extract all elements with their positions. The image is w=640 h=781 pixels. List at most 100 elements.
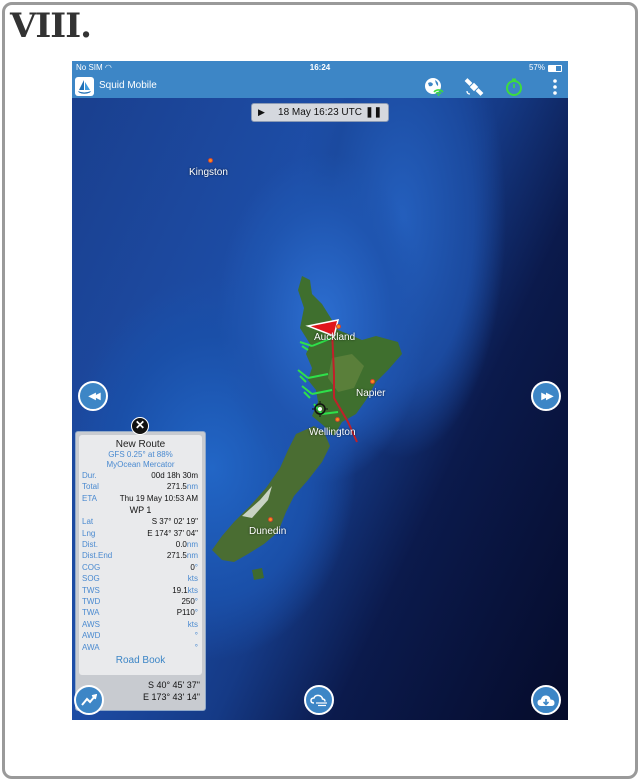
city-dot-dunedin: [268, 517, 273, 522]
city-label-auckland: Auckland: [314, 332, 356, 343]
info-value-wrap: 19.1kts: [172, 585, 198, 596]
info-value-wrap: E 174° 37' 04": [147, 528, 198, 539]
info-key: ETA: [82, 493, 97, 503]
info-unit: °: [194, 642, 198, 652]
info-unit: nm: [186, 551, 198, 561]
app-screen: No SIM ◠ 16:24 57% Squid Mobile Kingston…: [72, 61, 568, 720]
info-unit: °: [194, 631, 198, 641]
city-label-kingston: Kingston: [189, 167, 228, 178]
info-value: 271.5: [166, 551, 187, 561]
info-unit: nm: [186, 482, 198, 492]
info-value: 00d 18h 30m: [151, 471, 198, 480]
info-value-wrap: 271.5nm: [167, 481, 198, 492]
route-title: New Route: [115, 439, 166, 450]
info-key: TWD: [82, 597, 101, 607]
city-dot-wellington: [335, 417, 340, 422]
info-value-wrap: 0.0nm: [176, 539, 198, 550]
info-key: AWD: [82, 631, 101, 641]
info-value-wrap: Thu 19 May 10:53 AM: [120, 493, 198, 504]
info-row-eta: ETA Thu 19 May 10:53 AM: [79, 493, 202, 504]
info-unit: °: [194, 562, 198, 572]
south-island-landmass: [212, 426, 330, 562]
info-unit: nm: [186, 540, 198, 550]
city-label-wellington: Wellington: [309, 427, 356, 438]
info-key: Lng: [82, 528, 96, 538]
city-label-napier: Napier: [356, 388, 386, 399]
globe-wifi-icon[interactable]: [424, 77, 444, 97]
info-value: 250: [181, 597, 195, 607]
fast-forward-button[interactable]: ▶▶: [531, 381, 561, 411]
info-key: Dur.: [82, 471, 97, 480]
download-button[interactable]: [531, 685, 561, 715]
info-unit: kts: [187, 574, 198, 584]
info-row-sog: SOG kts: [79, 573, 202, 584]
info-row-dur: Dur. 00d 18h 30m: [79, 470, 202, 481]
info-row-twd: TWD 250°: [79, 596, 202, 607]
route-info-content: New Route GFS 0.25° at 88% MyOcean Merca…: [79, 435, 202, 675]
weather-model: GFS 0.25° at 88%: [108, 450, 173, 459]
cloud-download-icon: [537, 694, 555, 706]
chart-trend-icon: [81, 694, 97, 706]
info-row-aws: AWS kts: [79, 619, 202, 630]
info-row-tws: TWS 19.1kts: [79, 585, 202, 596]
info-key: TWA: [82, 608, 100, 618]
info-row-cog: COG 0°: [79, 562, 202, 573]
info-row-lat: Lat S 37° 02' 19": [79, 516, 202, 527]
info-key: Lat: [82, 517, 94, 527]
info-unit: °: [194, 608, 198, 618]
cloud-weather-icon: [310, 694, 327, 706]
info-value-wrap: S 37° 02' 19": [152, 516, 198, 527]
app-title: Squid Mobile: [99, 80, 157, 91]
info-key: COG: [82, 562, 101, 572]
info-value: 271.5: [166, 482, 187, 492]
city-dot-kingston: [208, 158, 213, 163]
info-value-wrap: 271.5nm: [167, 550, 198, 561]
battery-percent: 57%: [528, 63, 545, 72]
pause-button[interactable]: ❚❚: [365, 104, 382, 121]
info-row-awa: AWA °: [79, 642, 202, 653]
rewind-button[interactable]: ◀◀: [78, 381, 108, 411]
info-row-twa: TWA P110°: [79, 607, 202, 618]
info-unit: kts: [187, 585, 198, 595]
cursor-lat: S 40° 45' 37": [147, 680, 200, 690]
info-value-wrap: 250°: [181, 596, 198, 607]
battery-fill: [549, 65, 556, 71]
info-key: TWS: [82, 585, 100, 595]
app-bar: Squid Mobile: [72, 75, 568, 98]
play-button[interactable]: ▶: [258, 104, 265, 121]
info-key: Total: [82, 482, 99, 492]
time-control-bar: ▶ 18 May 16:23 UTC ❚❚: [251, 103, 389, 122]
info-value-wrap: kts: [188, 619, 198, 630]
more-vertical-icon[interactable]: [545, 77, 565, 97]
info-value: E 174° 37' 04": [147, 528, 198, 538]
road-book-link[interactable]: Road Book: [79, 655, 202, 666]
close-panel-button[interactable]: ✕: [131, 417, 149, 435]
status-bar: No SIM ◠ 16:24 57%: [72, 61, 568, 75]
info-value: Thu 19 May 10:53 AM: [119, 493, 198, 503]
info-value-wrap: P110°: [177, 607, 198, 618]
stewart-island: [252, 568, 264, 580]
weather-cloud-button[interactable]: [304, 685, 334, 715]
cursor-lng: E 173° 43' 14": [142, 692, 200, 702]
info-value-wrap: °: [195, 630, 198, 641]
stopwatch-icon[interactable]: [504, 77, 524, 97]
info-unit: °: [194, 597, 198, 607]
forecast-datetime[interactable]: 18 May 16:23 UTC: [278, 107, 362, 118]
satellite-icon[interactable]: [464, 77, 484, 97]
info-row-lng: Lng E 174° 37' 04": [79, 528, 202, 539]
step-label: VIII.: [10, 6, 92, 46]
ocean-model: MyOcean Mercator: [106, 460, 175, 469]
route-info-panel: New Route GFS 0.25° at 88% MyOcean Merca…: [75, 431, 206, 711]
chart-trend-button[interactable]: [74, 685, 104, 715]
info-key: Dist.: [82, 540, 98, 550]
waypoint-title: WP 1: [129, 505, 152, 516]
battery-icon: [548, 64, 562, 72]
status-time: 16:24: [309, 63, 331, 72]
info-value: 0.0: [175, 540, 187, 550]
info-row-dist: Dist. 0.0nm: [79, 539, 202, 550]
battery-status: 57%: [529, 61, 562, 75]
city-dot-auckland: [336, 324, 341, 329]
info-row-total: Total 271.5nm: [79, 481, 202, 492]
info-value-wrap: 0°: [190, 562, 198, 573]
info-key: Dist.End: [82, 551, 113, 561]
